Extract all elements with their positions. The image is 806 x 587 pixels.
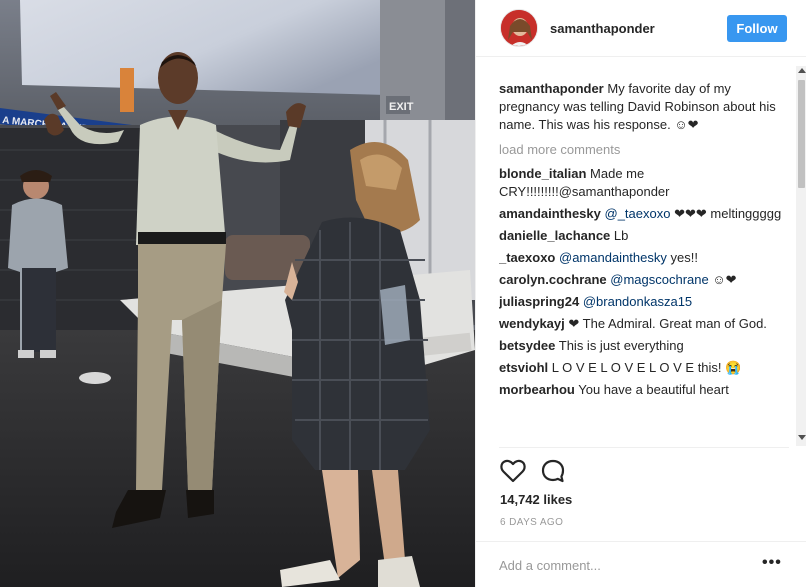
- svg-text:EXIT: EXIT: [389, 101, 414, 113]
- scroll-up-arrow-icon[interactable]: [798, 68, 806, 73]
- comment-text: ❤ The Admiral. Great man of God.: [568, 316, 767, 331]
- comment-username[interactable]: juliaspring24: [499, 294, 579, 309]
- comment-username[interactable]: blonde_italian: [499, 166, 586, 181]
- comment-username[interactable]: betsydee: [499, 338, 555, 353]
- comment-text: This is just everything: [558, 338, 684, 353]
- sofa: [225, 235, 310, 280]
- scroll-down-arrow-icon[interactable]: [798, 435, 806, 440]
- comment-item: betsydee This is just everything: [499, 337, 789, 355]
- comment-item: etsviohl L O V E L O V E L O V E this! 😭: [499, 359, 789, 377]
- likes-count[interactable]: 14,742 likes: [500, 492, 572, 507]
- comment-item: wendykayj ❤ The Admiral. Great man of Go…: [499, 315, 789, 333]
- comment-text: You have a beautiful heart: [578, 382, 729, 397]
- instagram-post: EXIT A MARCH MADNESS: [0, 0, 806, 587]
- load-more-comments-link[interactable]: load more comments: [499, 141, 789, 159]
- comment-username[interactable]: etsviohl: [499, 360, 548, 375]
- comment-item: amandainthesky @_taexoxo ❤❤❤ meltinggggg: [499, 205, 789, 223]
- comment-item: juliaspring24 @brandonkasza15: [499, 293, 789, 311]
- avatar-image: [501, 10, 537, 46]
- ellipsis-icon[interactable]: •••: [762, 554, 782, 572]
- post-caption: samanthaponder My favorite day of my pre…: [499, 80, 789, 134]
- comment-item: carolyn.cochrane @magscochrane ☺❤: [499, 271, 789, 289]
- add-comment-input[interactable]: [499, 555, 739, 575]
- post-photo[interactable]: EXIT A MARCH MADNESS: [0, 0, 475, 587]
- orange-sign: [120, 68, 134, 112]
- comment-item: danielle_lachance Lb: [499, 227, 789, 245]
- comment-item: morbearhou You have a beautiful heart: [499, 381, 789, 399]
- comment-mention[interactable]: @magscochrane: [610, 272, 708, 287]
- speech-bubble-icon[interactable]: [539, 457, 567, 485]
- comment-mention[interactable]: @_taexoxo: [605, 206, 671, 221]
- post-actions: 14,742 likes 6 DAYS AGO: [499, 447, 789, 542]
- comment-username[interactable]: carolyn.cochrane: [499, 272, 607, 287]
- comment-item: blonde_italian Made me CRY!!!!!!!!!@sama…: [499, 165, 789, 201]
- comment-username[interactable]: amandainthesky: [499, 206, 601, 221]
- caption-username[interactable]: samanthaponder: [499, 81, 604, 96]
- comment-item: _taexoxo @amandainthesky yes!!: [499, 249, 789, 267]
- comment-text: L O V E L O V E L O V E this! 😭: [551, 360, 742, 375]
- comments-list: samanthaponder My favorite day of my pre…: [499, 66, 789, 446]
- heart-icon[interactable]: [499, 457, 527, 485]
- comment-username[interactable]: wendykayj: [499, 316, 565, 331]
- comment-text: ❤❤❤ meltinggggg: [674, 206, 782, 221]
- post-header: samanthaponder Follow: [476, 0, 806, 57]
- scroll-thumb[interactable]: [798, 80, 805, 188]
- comment-username[interactable]: morbearhou: [499, 382, 575, 397]
- comment-text: ☺❤: [712, 272, 737, 287]
- exit-sign: EXIT: [386, 96, 414, 114]
- comment-text: Lb: [613, 228, 629, 243]
- comment-username[interactable]: danielle_lachance: [499, 228, 610, 243]
- comment-text: yes!!: [670, 250, 698, 265]
- comment-username[interactable]: _taexoxo: [499, 250, 555, 265]
- comment-mention[interactable]: @brandonkasza15: [583, 294, 692, 309]
- add-comment-bar: •••: [476, 541, 806, 587]
- photo-scene: EXIT A MARCH MADNESS: [0, 0, 475, 587]
- comments-scrollbar[interactable]: [796, 66, 806, 446]
- post-sidebar: samanthaponder Follow samanthaponder My …: [475, 0, 806, 587]
- avatar[interactable]: [500, 9, 538, 47]
- projection-screen: [20, 0, 390, 95]
- follow-button[interactable]: Follow: [727, 15, 787, 42]
- post-timestamp[interactable]: 6 DAYS AGO: [500, 517, 563, 528]
- header-username-link[interactable]: samanthaponder: [550, 21, 655, 36]
- comment-mention[interactable]: @amandainthesky: [559, 250, 667, 265]
